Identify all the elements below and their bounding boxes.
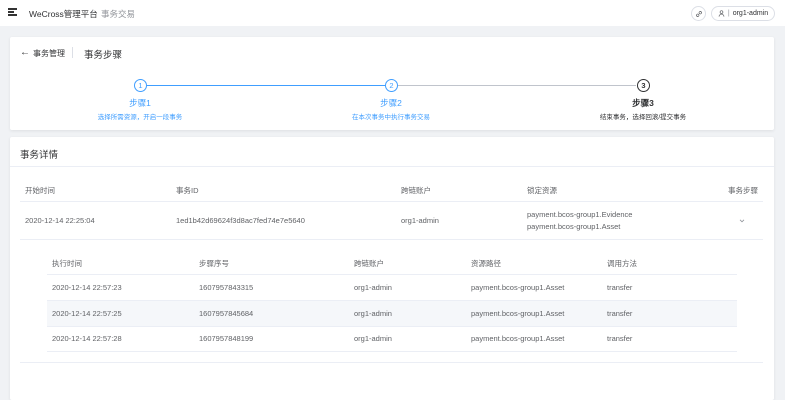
col-steps: 事务步骤 <box>728 186 758 195</box>
row-start-time: 2020-12-14 22:25:04 <box>25 216 95 225</box>
sub-row-seq: 1607957843315 <box>199 283 254 292</box>
sub-col-path: 资源路径 <box>471 259 501 268</box>
back-link[interactable]: 事务管理 <box>33 48 65 59</box>
top-bar: WeCross管理平台 / 事务交易 | org1-admin <box>0 0 785 26</box>
step-2-circle: 2 <box>385 79 398 92</box>
details-divider <box>10 166 774 167</box>
sub-row-seq: 1607957848199 <box>199 334 254 343</box>
col-tx-id: 事务ID <box>176 186 199 195</box>
expand-section-divider <box>20 362 763 363</box>
sub-col-method: 调用方法 <box>607 259 637 268</box>
step-3-circle: 3 <box>637 79 650 92</box>
step-1-title: 步骤1 <box>129 98 151 108</box>
sub-row-divider <box>47 351 737 352</box>
sub-header-divider <box>47 274 737 275</box>
page-title: 事务步骤 <box>84 50 123 61</box>
header-divider <box>72 47 73 58</box>
step-3-title: 步骤3 <box>632 98 654 108</box>
user-button[interactable]: | org1-admin <box>711 6 775 21</box>
header-row-divider <box>20 201 763 202</box>
sub-row-method: transfer <box>607 309 633 318</box>
sub-row-time: 2020-12-14 22:57:28 <box>52 334 122 343</box>
step-2-number: 2 <box>389 81 394 90</box>
sub-row-time: 2020-12-14 22:57:25 <box>52 309 122 318</box>
row-account: org1-admin <box>401 216 439 225</box>
link-button[interactable] <box>691 6 706 21</box>
breadcrumb-current: 事务交易 <box>101 9 136 19</box>
app-title[interactable]: WeCross管理平台 <box>29 8 98 20</box>
link-icon <box>695 10 702 17</box>
step-3-description: 结束事务，选择回滚/提交事务 <box>599 114 687 121</box>
back-arrow-icon[interactable]: ← <box>20 47 30 58</box>
row-resource-2: payment.bcos-group1.Asset <box>527 222 621 231</box>
step-3-number: 3 <box>641 81 646 90</box>
col-start-time: 开始时间 <box>25 186 55 195</box>
menu-icon[interactable] <box>8 8 17 16</box>
user-label: org1-admin <box>732 10 769 17</box>
user-icon <box>718 10 725 17</box>
sub-col-step-seq: 步骤序号 <box>199 259 229 268</box>
sub-row-account: org1-admin <box>354 334 392 343</box>
sub-row-path: payment.bcos-group1.Asset <box>471 334 565 343</box>
step-2-description: 在本次事务中执行事务交易 <box>352 114 430 121</box>
step-1-circle: 1 <box>134 79 147 92</box>
breadcrumb-separator: / <box>91 8 94 18</box>
sub-row-account: org1-admin <box>354 309 392 318</box>
sub-row-method: transfer <box>607 334 633 343</box>
col-resources: 锁定资源 <box>527 186 557 195</box>
sub-row-seq: 1607957845684 <box>199 309 254 318</box>
sub-row-method: transfer <box>607 283 633 292</box>
step-1-description: 选择所需资源，开启一段事务 <box>97 114 183 121</box>
step-connector-2 <box>398 85 636 86</box>
sub-col-account: 跨链账户 <box>354 259 384 268</box>
sub-row-hover-bg <box>47 301 737 326</box>
sub-row-time: 2020-12-14 22:57:23 <box>52 283 122 292</box>
step-1-number: 1 <box>138 81 143 90</box>
col-account: 跨链账户 <box>401 186 431 195</box>
row-tx-id: 1ed1b42d69624f3d8ac7fed74e7e5640 <box>176 216 305 225</box>
sub-col-exec-time: 执行时间 <box>52 259 82 268</box>
main-row-divider <box>20 239 763 240</box>
details-title: 事务详情 <box>20 150 59 161</box>
sub-row-account: org1-admin <box>354 283 392 292</box>
row-resource-1: payment.bcos-group1.Evidence <box>527 210 633 219</box>
sub-row-path: payment.bcos-group1.Asset <box>471 283 565 292</box>
chevron-down-icon[interactable] <box>738 217 746 225</box>
sub-row-divider <box>47 326 737 327</box>
details-card: 事务详情 开始时间 事务ID 跨链账户 锁定资源 事务步骤 2020-12-14… <box>10 137 774 400</box>
step-2-title: 步骤2 <box>380 98 402 108</box>
step-connector-1 <box>147 85 385 86</box>
user-divider: | <box>727 10 730 17</box>
sub-row-path: payment.bcos-group1.Asset <box>471 309 565 318</box>
steps-card: ← 事务管理 事务步骤 1 步骤1 选择所需资源，开启一段事务 2 步骤2 在本… <box>10 37 774 130</box>
